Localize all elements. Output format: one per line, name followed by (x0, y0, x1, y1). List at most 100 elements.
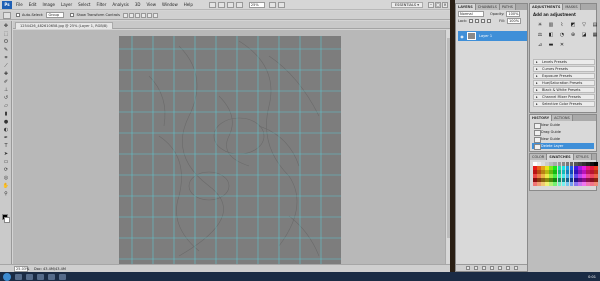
move-tool-preset-icon[interactable] (3, 11, 11, 19)
menu-layer[interactable]: Layer (61, 2, 72, 7)
posterize-icon[interactable]: ▦ (591, 31, 599, 38)
color-swatch[interactable] (561, 170, 566, 174)
preset-hue-saturation[interactable]: Hue/Saturation Presets (533, 80, 595, 86)
tab-masks[interactable]: MASKS (563, 4, 581, 10)
color-swatch[interactable] (565, 170, 570, 174)
color-swatch[interactable] (594, 178, 598, 182)
color-swatch[interactable] (541, 166, 545, 170)
color-balance-icon[interactable]: ⚖ (536, 31, 544, 38)
background-color-swatch[interactable] (4, 217, 10, 223)
hand-tool-icon[interactable] (226, 1, 234, 8)
color-swatch[interactable] (573, 182, 578, 187)
new-group-icon[interactable] (497, 266, 502, 270)
document-canvas[interactable] (119, 36, 341, 264)
align-bottom-icon[interactable] (135, 12, 140, 18)
vertical-scroll-thumb[interactable] (447, 38, 450, 238)
color-swatch[interactable] (533, 182, 537, 187)
eyedropper-tool-icon[interactable]: ⟋ (2, 62, 10, 69)
menu-3d[interactable]: 3D (135, 2, 141, 7)
taskbar-photoshop-icon[interactable] (59, 273, 66, 280)
color-swatch[interactable] (545, 166, 549, 170)
preset-channel-mixer[interactable]: Channel Mixer Presets (533, 94, 595, 100)
blend-mode-select[interactable]: Normal (458, 11, 484, 17)
zoom-tool-icon[interactable]: ⚲ (2, 190, 10, 197)
align-middle-icon[interactable] (129, 12, 134, 18)
color-swatch[interactable] (549, 182, 553, 187)
preset-black-white[interactable]: Black & White Presets (533, 87, 595, 93)
taskbar-media-icon[interactable] (37, 273, 44, 280)
color-swatch[interactable] (594, 174, 598, 178)
history-item[interactable]: Drag Guide (532, 129, 594, 136)
color-swatch[interactable] (565, 174, 570, 178)
menu-filter[interactable]: Filter (96, 2, 106, 7)
color-swatch[interactable] (537, 174, 541, 178)
tab-color[interactable]: COLOR (530, 154, 548, 160)
tab-swatches[interactable]: SWATCHES (547, 154, 574, 160)
color-swatch[interactable] (569, 174, 574, 178)
color-swatch[interactable] (553, 170, 558, 174)
color-swatch[interactable] (533, 162, 537, 166)
status-zoom-field[interactable]: 25.03% (14, 265, 29, 272)
tab-history[interactable]: HISTORY (530, 115, 553, 121)
quick-select-tool-icon[interactable]: ✎ (2, 46, 10, 53)
hand-tool-icon[interactable]: ✋ (2, 182, 10, 189)
curves-icon[interactable]: ⌇ (558, 21, 566, 28)
3d-rotate-tool-icon[interactable]: ⟳ (2, 166, 10, 173)
preset-levels[interactable]: Levels Presets (533, 59, 595, 65)
color-swatch[interactable] (557, 162, 562, 166)
color-swatch[interactable] (573, 178, 578, 182)
levels-icon[interactable]: ▥ (547, 21, 555, 28)
color-swatch[interactable] (545, 182, 549, 187)
minimize-icon[interactable]: – (428, 1, 434, 8)
color-swatch[interactable] (557, 178, 562, 182)
color-swatch[interactable] (541, 182, 545, 187)
menu-file[interactable]: File (16, 2, 23, 7)
color-swatch[interactable] (549, 166, 553, 170)
vertical-scrollbar[interactable] (445, 30, 450, 264)
color-swatch[interactable] (578, 174, 582, 178)
lock-all-icon[interactable] (487, 19, 492, 23)
color-swatch[interactable] (594, 166, 598, 170)
tab-adjustments[interactable]: ADJUSTMENTS (530, 4, 564, 10)
fill-input[interactable]: 100% (507, 18, 522, 24)
brightness-contrast-icon[interactable]: ☀ (536, 21, 544, 28)
healing-brush-tool-icon[interactable]: ✚ (2, 70, 10, 77)
color-swatch[interactable] (533, 178, 537, 182)
color-swatch[interactable] (557, 182, 562, 187)
clone-stamp-tool-icon[interactable]: ⊥ (2, 86, 10, 93)
gradient-map-icon[interactable]: ▬ (547, 41, 555, 48)
color-swatch[interactable] (537, 170, 541, 174)
layer-style-icon[interactable] (473, 266, 478, 270)
close-icon[interactable]: × (442, 1, 448, 8)
menu-image[interactable]: Image (42, 2, 55, 7)
add-mask-icon[interactable] (481, 266, 486, 270)
color-swatch[interactable] (545, 178, 549, 182)
channel-mixer-icon[interactable]: ⊕ (569, 31, 577, 38)
color-swatch[interactable] (553, 174, 558, 178)
menu-view[interactable]: View (147, 2, 157, 7)
screen-mode-icon[interactable] (277, 1, 285, 8)
align-top-icon[interactable] (123, 12, 128, 18)
color-swatch[interactable] (590, 174, 594, 178)
color-swatch[interactable] (533, 174, 537, 178)
color-swatch[interactable] (557, 170, 562, 174)
delete-layer-icon[interactable] (513, 266, 518, 270)
align-center-icon[interactable] (147, 12, 152, 18)
color-swatch[interactable] (586, 178, 590, 182)
color-swatch[interactable] (565, 166, 570, 170)
adjustment-layer-icon[interactable] (489, 266, 494, 270)
color-swatch[interactable] (553, 166, 558, 170)
color-swatch[interactable] (533, 166, 537, 170)
dodge-tool-icon[interactable]: ◐ (2, 126, 10, 133)
color-swatch[interactable] (541, 162, 545, 166)
preset-curves[interactable]: Curves Presets (533, 66, 595, 72)
opacity-input[interactable]: 100% (506, 11, 521, 17)
zoom-tool-icon[interactable] (235, 1, 243, 8)
color-swatch[interactable] (537, 162, 541, 166)
color-swatch[interactable] (549, 178, 553, 182)
color-swatch[interactable] (569, 170, 574, 174)
color-swatch[interactable] (586, 174, 590, 178)
type-tool-icon[interactable]: T (2, 142, 10, 149)
color-swatch[interactable] (537, 178, 541, 182)
taskbar-folder-icon[interactable] (26, 273, 33, 280)
